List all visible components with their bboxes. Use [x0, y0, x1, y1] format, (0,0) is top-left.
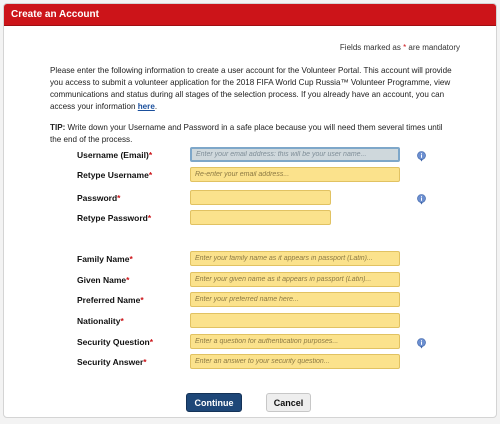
continue-button[interactable]: Continue — [186, 393, 242, 412]
security-question-input[interactable] — [190, 334, 400, 349]
mandatory-prefix: Fields marked as — [339, 43, 404, 52]
username-label: Username (Email)* — [77, 150, 152, 160]
nationality-label-text: Nationality — [77, 316, 121, 326]
required-star: * — [147, 213, 152, 223]
retype-password-input[interactable] — [190, 210, 331, 225]
nationality-select[interactable] — [190, 313, 400, 328]
username-label-text: Username (Email) — [77, 150, 149, 160]
required-star: * — [129, 254, 133, 264]
password-label-text: Password — [77, 193, 118, 203]
intro-suffix: . — [154, 102, 158, 111]
family-name-row: Family Name* — [4, 251, 496, 267]
info-icon[interactable] — [417, 336, 426, 349]
nationality-row: Nationality* — [4, 313, 496, 329]
nationality-label: Nationality* — [77, 316, 124, 326]
security-answer-row: Security Answer* — [4, 354, 496, 370]
retype-username-label-text: Retype Username — [77, 170, 149, 180]
mandatory-note: Fields marked as * are mandatory — [340, 43, 460, 52]
retype-password-label: Retype Password* — [77, 213, 151, 223]
security-answer-label: Security Answer* — [77, 357, 147, 367]
preferred-name-input[interactable] — [190, 292, 400, 307]
given-name-input[interactable] — [190, 272, 400, 287]
security-question-row: Security Question* — [4, 334, 496, 350]
preferred-name-label-text: Preferred Name — [77, 295, 141, 305]
info-icon[interactable] — [417, 192, 426, 205]
security-answer-input[interactable] — [190, 354, 400, 369]
required-star: * — [149, 337, 154, 347]
username-row: Username (Email)* — [4, 147, 496, 163]
intro-text: Please enter the following information t… — [50, 66, 452, 111]
mandatory-suffix: are mandatory — [406, 43, 460, 52]
family-name-label: Family Name* — [77, 254, 133, 264]
required-star: * — [140, 295, 144, 305]
security-answer-label-text: Security Answer — [77, 357, 144, 367]
security-question-label: Security Question* — [77, 337, 153, 347]
tip-paragraph: TIP: Write down your Username and Passwo… — [50, 122, 454, 145]
preferred-name-row: Preferred Name* — [4, 292, 496, 308]
password-label: Password* — [77, 193, 120, 203]
required-star: * — [143, 357, 147, 367]
required-star: * — [148, 170, 153, 180]
required-star: * — [126, 275, 130, 285]
given-name-label-text: Given Name — [77, 275, 127, 285]
here-link[interactable]: here — [138, 102, 155, 111]
required-star: * — [148, 150, 153, 160]
create-account-panel: Create an Account Fields marked as * are… — [3, 3, 497, 418]
retype-username-row: Retype Username* — [4, 167, 496, 183]
family-name-label-text: Family Name — [77, 254, 130, 264]
security-question-label-text: Security Question — [77, 337, 150, 347]
required-star: * — [117, 193, 121, 203]
password-row: Password* — [4, 190, 496, 206]
intro-paragraph: Please enter the following information t… — [50, 65, 454, 113]
given-name-label: Given Name* — [77, 275, 129, 285]
panel-title: Create an Account — [4, 4, 496, 26]
required-star: * — [120, 316, 124, 326]
username-input[interactable] — [190, 147, 400, 162]
retype-password-label-text: Retype Password — [77, 213, 148, 223]
password-input[interactable] — [190, 190, 331, 205]
tip-text: Write down your Username and Password in… — [50, 123, 443, 144]
retype-username-input[interactable] — [190, 167, 400, 182]
cancel-button[interactable]: Cancel — [266, 393, 311, 412]
retype-username-label: Retype Username* — [77, 170, 152, 180]
family-name-input[interactable] — [190, 251, 400, 266]
info-icon[interactable] — [417, 149, 426, 162]
retype-password-row: Retype Password* — [4, 210, 496, 226]
tip-label: TIP: — [50, 123, 66, 132]
given-name-row: Given Name* — [4, 272, 496, 288]
preferred-name-label: Preferred Name* — [77, 295, 144, 305]
